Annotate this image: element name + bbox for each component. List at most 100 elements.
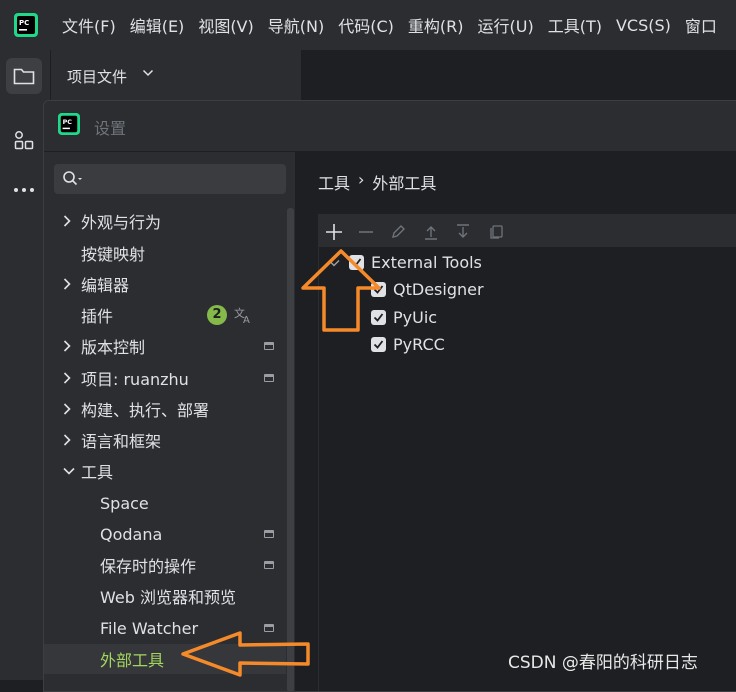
chevron-right-icon[interactable] — [62, 371, 72, 385]
annotation-arrow-up-icon — [301, 249, 381, 332]
sidebar-item-tools[interactable]: 工具 — [44, 456, 284, 486]
menu-vcs[interactable]: VCS(S) — [616, 16, 671, 35]
tree-item-label: PyRCC — [393, 335, 445, 354]
search-icon — [63, 171, 82, 186]
tree-item-label: QtDesigner — [393, 280, 484, 299]
translate-icon: 文 A — [234, 306, 250, 324]
pycharm-logo-icon[interactable]: PC — [14, 13, 38, 37]
move-up-icon — [425, 226, 437, 240]
copy-button[interactable] — [485, 221, 507, 243]
menu-navigate[interactable]: 导航(N) — [268, 13, 324, 37]
chevron-right-icon[interactable] — [62, 277, 72, 291]
sidebar-item-label: 保存时的操作 — [100, 557, 197, 576]
checkbox-pyrcc[interactable] — [371, 337, 386, 352]
sidebar-item-appearance[interactable]: 外观与行为 — [44, 206, 284, 236]
settings-content: 工具 › 外部工具 External Tools QtDesigner PyUi… — [296, 152, 736, 691]
sidebar-item-project[interactable]: 项目: ruanzhu — [44, 363, 284, 393]
sidebar-item-label: 构建、执行、部署 — [81, 401, 210, 420]
watermark: CSDN @春阳的科研日志 — [508, 653, 698, 673]
menu-refactor[interactable]: 重构(R) — [408, 13, 464, 37]
dialog-title: 设置 — [94, 119, 127, 138]
settings-search-input[interactable] — [54, 164, 286, 194]
sidebar-item-label: Qodana — [100, 524, 163, 544]
sidebar-item-label: 项目: ruanzhu — [81, 370, 189, 389]
sidebar-item-space[interactable]: Space — [44, 488, 284, 518]
structure-icon — [14, 131, 34, 150]
menu-tools[interactable]: 工具(T) — [548, 13, 602, 37]
project-level-icon — [264, 561, 274, 569]
project-tool-button[interactable] — [6, 58, 42, 94]
pencil-icon — [392, 225, 405, 238]
dialog-titlebar: PC 设置 — [44, 101, 736, 152]
move-down-icon — [457, 224, 469, 238]
breadcrumb-external-tools: 外部工具 — [372, 174, 437, 193]
menu-run[interactable]: 运行(U) — [478, 13, 534, 37]
project-view-selector[interactable]: 项目文件 — [67, 66, 127, 87]
settings-sidebar: 外观与行为 按键映射 编辑器 插件 2 文 A 版本控制 项目: ruanzhu — [44, 152, 296, 691]
edit-button[interactable] — [387, 221, 409, 243]
sidebar-item-web-browsers[interactable]: Web 浏览器和预览 — [44, 581, 284, 611]
menu-window[interactable]: 窗口 — [685, 13, 717, 37]
project-level-icon — [264, 374, 274, 382]
move-down-button[interactable] — [452, 221, 474, 243]
chevron-right-icon[interactable] — [62, 433, 72, 447]
sidebar-item-build[interactable]: 构建、执行、部署 — [44, 394, 284, 424]
chevron-right-icon[interactable] — [62, 214, 72, 228]
settings-dialog: PC 设置 外观与行为 按键映射 编辑器 插件 2 文 A 版本控制 项目: r… — [43, 100, 736, 692]
more-icon — [14, 188, 34, 192]
menu-bar: PC 文件(F) 编辑(E) 视图(V) 导航(N) 代码(C) 重构(R) 运… — [0, 0, 736, 50]
sidebar-item-label: Web 浏览器和预览 — [100, 588, 236, 607]
sidebar-item-label: Space — [100, 493, 149, 513]
sidebar-item-keymap[interactable]: 按键映射 — [44, 238, 284, 268]
more-tools-button[interactable] — [6, 172, 42, 208]
plus-icon — [326, 224, 342, 240]
annotation-arrow-left-icon — [181, 631, 310, 677]
menu-view[interactable]: 视图(V) — [198, 13, 253, 37]
plugin-update-badge: 2 — [207, 305, 227, 325]
copy-icon — [490, 225, 503, 239]
structure-tool-button[interactable] — [6, 122, 42, 158]
breadcrumb-tools[interactable]: 工具 — [318, 170, 350, 194]
minus-icon — [359, 231, 373, 233]
sidebar-scrollbar[interactable] — [287, 208, 294, 691]
sidebar-item-label: 按键映射 — [81, 245, 146, 264]
project-level-icon — [264, 342, 274, 350]
folder-icon — [13, 68, 35, 85]
sidebar-item-label: 编辑器 — [81, 276, 130, 295]
sidebar-item-label: 工具 — [81, 463, 114, 482]
sidebar-item-plugins[interactable]: 插件 2 文 A — [44, 300, 284, 330]
breadcrumb: 工具 › 外部工具 — [318, 170, 444, 194]
chevron-down-icon[interactable] — [142, 68, 154, 78]
chevron-right-icon[interactable] — [62, 402, 72, 416]
move-up-button[interactable] — [420, 221, 442, 243]
sidebar-item-qodana[interactable]: Qodana — [44, 519, 284, 549]
menu-edit[interactable]: 编辑(E) — [130, 13, 185, 37]
project-panel-header: 项目文件 — [51, 50, 302, 102]
pycharm-logo-icon: PC — [58, 113, 80, 135]
sidebar-item-editor[interactable]: 编辑器 — [44, 269, 284, 299]
svg-text:PC: PC — [19, 19, 29, 27]
tree-item-pyrcc[interactable]: PyRCC — [371, 331, 445, 358]
chevron-down-icon[interactable] — [62, 464, 76, 478]
check-icon — [373, 340, 384, 349]
sidebar-item-label: 外观与行为 — [81, 213, 162, 232]
remove-button[interactable] — [355, 221, 377, 243]
sidebar-item-languages[interactable]: 语言和框架 — [44, 425, 284, 455]
sidebar-item-label: 外部工具 — [100, 651, 165, 670]
tree-item-label: PyUic — [393, 308, 438, 327]
svg-text:A: A — [243, 315, 250, 324]
main-menu: 文件(F) 编辑(E) 视图(V) 导航(N) 代码(C) 重构(R) 运行(U… — [62, 0, 731, 50]
breadcrumb-separator: › — [358, 170, 365, 189]
svg-text:PC: PC — [63, 118, 73, 126]
add-button[interactable] — [323, 221, 345, 243]
menu-code[interactable]: 代码(C) — [338, 13, 394, 37]
sidebar-item-label: 版本控制 — [81, 338, 146, 357]
chevron-right-icon[interactable] — [62, 339, 72, 353]
tree-group-label: External Tools — [371, 253, 482, 272]
sidebar-item-vcs[interactable]: 版本控制 — [44, 331, 284, 361]
tree-item-qtdesigner[interactable]: QtDesigner — [371, 276, 484, 303]
sidebar-item-label: 插件 — [81, 307, 114, 326]
project-level-icon — [264, 530, 274, 538]
sidebar-item-actions-on-save[interactable]: 保存时的操作 — [44, 550, 284, 580]
menu-file[interactable]: 文件(F) — [62, 13, 116, 37]
